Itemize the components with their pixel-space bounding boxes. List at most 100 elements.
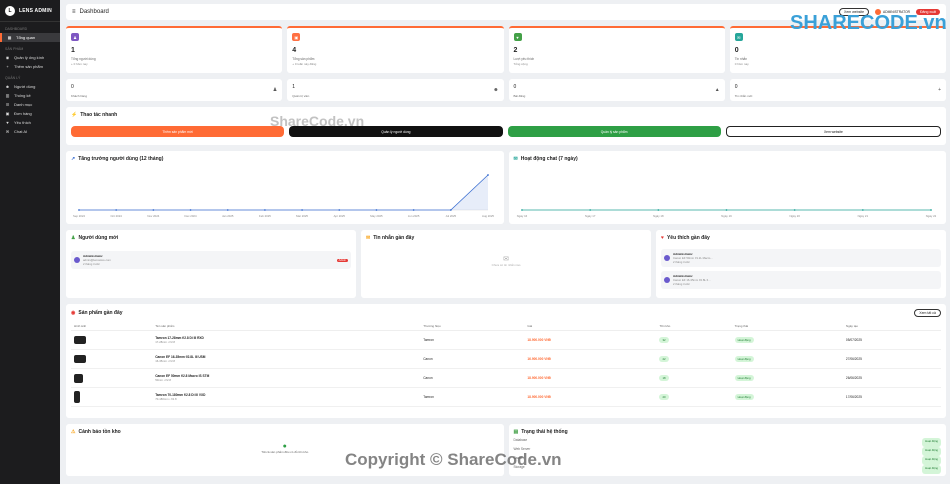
x-tick-label: Ngày 20 [789, 214, 800, 218]
products-table: Hình ảnh Tên sản phẩm Thương hiệu Giá Tồn kh… [71, 322, 941, 407]
list-item[interactable]: Administrator Canon EF 16-35mm f/2.8L II.… [661, 271, 941, 289]
stat-card-products: ▣ 4 Tổng sản phẩm + 0 tuần này đăng [287, 26, 504, 73]
sidebar-item-chat[interactable]: ✉ Chat AI [0, 127, 60, 136]
user-menu[interactable]: ADMINISTRATOR [875, 9, 910, 15]
stat-sub: + 0 hôm nay [71, 62, 88, 66]
chat-activity-chart: ✉ Hoạt động chat (7 ngày) Ngày 16 Ngày 17 N… [508, 151, 946, 224]
add-product-button[interactable]: Thêm sản phẩm mới [71, 126, 285, 137]
menu-icon[interactable]: ≡ [72, 9, 76, 15]
x-tick-label: Oct 2024 [111, 214, 123, 218]
stat-label: Tổng sản phẩm [292, 57, 315, 61]
x-tick-label: Ngày 18 [653, 214, 664, 218]
sidebar-item-orders[interactable]: ▣ Đơn hàng [0, 109, 60, 118]
camera-icon: ◉ [5, 55, 10, 60]
user-icon: ♟ [71, 33, 79, 41]
box-icon: ▣ [292, 33, 301, 41]
mini-stat-customers: 0 Khách hàng ♟ [66, 79, 283, 101]
page-title: Dashboard [79, 9, 109, 15]
data-point [189, 209, 192, 211]
sidebar-item-add-product[interactable]: + Thêm sản phẩm [0, 62, 60, 71]
grid-icon: ▦ [7, 35, 12, 40]
system-status-panel: ▤ Trạng thái hệ thống Database Hoạt động W… [508, 424, 946, 476]
brand-name: LENS ADMIN [19, 7, 52, 14]
brand[interactable]: L LENS ADMIN [0, 0, 60, 22]
data-point [588, 209, 591, 211]
avatar [74, 257, 80, 263]
avatar [664, 255, 670, 261]
x-tick-label: Nov 2024 [147, 214, 159, 218]
x-tick-label: Ngày 19 [721, 214, 732, 218]
section-title: Sản phẩm [5, 47, 24, 51]
table-row[interactable]: Tamron 70-180mm f/2.8 Di III VXD 70-180mm… [71, 387, 941, 407]
x-tick-label: Feb 2025 [259, 214, 271, 218]
mini-stat-new-messages: 0 Tin nhắn mới + [729, 79, 946, 101]
topbar: ≡ Dashboard Xem website ADMINISTRATOR Đăn… [66, 4, 946, 20]
x-tick-label: Ngày 21 [857, 214, 868, 218]
product-image [74, 336, 86, 344]
users-icon: ☻ [5, 84, 10, 89]
section-title: Quản lý [5, 76, 21, 80]
stat-card-favorites: ♥ 2 Lượt yêu thích Tổng cộng [508, 26, 725, 73]
view-site-button[interactable]: Xem website [838, 8, 870, 16]
chart-icon: ▥ [5, 93, 10, 98]
x-tick-label: Mar 2025 [296, 214, 308, 218]
server-icon: ▤ [513, 429, 519, 435]
sidebar: L LENS ADMIN Dashboard ▦ Tổng quan Sản ph… [0, 0, 60, 484]
status-row: Storage Hoạt động [514, 465, 941, 474]
sidebar-item-users[interactable]: ☻ Người dùng [0, 82, 60, 91]
users-icon: ☻ [493, 87, 499, 93]
view-website-button[interactable]: Xem website [725, 126, 941, 137]
list-item[interactable]: Administrator Canon EF 50mm f/1.2L Macro.… [661, 249, 941, 267]
table-row[interactable]: Tamron 17-28mm f/2.8 Di III RXD 17-28mm •… [71, 330, 941, 350]
sidebar-item-overview[interactable]: ▦ Tổng quan [0, 33, 60, 42]
user-plus-icon: ♟ [71, 235, 76, 241]
list-item[interactable]: Administrator admin@lensstore.com 2 tháng … [71, 251, 351, 269]
table-row[interactable]: Canon EF 16-35mm f/2.8L III USM 16-35mm •… [71, 349, 941, 369]
stat-label: Lượt yêu thích [513, 57, 535, 61]
data-point [520, 209, 523, 211]
data-point [78, 209, 80, 211]
logout-button[interactable]: Đăng xuất [916, 9, 940, 15]
stat-value: 4 [292, 47, 297, 54]
status-row: Database Hoạt động [514, 438, 941, 447]
heart-icon: ♥ [513, 33, 522, 41]
avatar [664, 277, 670, 283]
stat-label: Tổng người dùng [71, 57, 96, 61]
data-point [487, 174, 489, 176]
sidebar-item-categories[interactable]: ☰ Danh mục [0, 100, 60, 109]
stock-alert-panel: ⚠ Cảnh báo tồn kho ● Tất cả sản phẩm đều c… [66, 424, 504, 476]
recent-products-panel: ◉ Sản phẩm gần đây Xem tất cả Hình ảnh Tên… [66, 304, 946, 418]
user-growth-chart: ↗ Tăng trưởng người dùng (12 tháng) Sep 2… [66, 151, 504, 224]
sidebar-item-favorites[interactable]: ♥ Yêu thích [0, 118, 60, 127]
product-image [74, 391, 80, 403]
chat-activity-svg: Ngày 16 Ngày 17 Ngày 18 Ngày 19 Ngày 20 Ngày … [516, 209, 936, 218]
manage-users-button[interactable]: Quản lý người dùng [289, 126, 503, 137]
new-users-panel: ♟ Người dùng mới Administrator admin@lenss… [66, 230, 356, 298]
sidebar-item-stats[interactable]: ▥ Thống kê [0, 91, 60, 100]
quick-actions: ⚡ Thao tác nhanh Thêm sản phẩm mới Quản l… [66, 107, 946, 145]
series-line [79, 174, 489, 211]
x-tick-label: Ngày 16 [516, 214, 527, 218]
role-badge: Admin [336, 258, 348, 262]
heart-icon: ♥ [6, 120, 9, 125]
bolt-icon: ⚡ [71, 112, 78, 118]
product-image [74, 355, 86, 363]
user-growth-svg: Sep 2024 Oct 2024 Nov 2024 Dec 2024 Jan 2025… [73, 174, 494, 218]
stat-value: 1 [71, 47, 75, 54]
data-point [115, 209, 118, 211]
x-tick-label: Ngày 22 [925, 214, 936, 218]
sidebar-item-lenses[interactable]: ◉ Quản lý ống kính [0, 53, 60, 62]
data-point [929, 209, 932, 211]
view-all-button[interactable]: Xem tất cả [914, 309, 941, 317]
stat-card-messages: ✉ 0 Tin nhắn 0 hôm nay [729, 26, 946, 73]
stat-card-users: ♟ 1 Tổng người dùng + 0 hôm nay [66, 26, 283, 73]
manage-products-button[interactable]: Quản lý sản phẩm [507, 126, 721, 137]
stat-label: Tin nhắn [734, 57, 748, 61]
data-point [226, 209, 229, 211]
x-tick-label: Ngày 17 [584, 214, 595, 218]
product-image [74, 373, 83, 383]
user-icon: ♟ [272, 87, 278, 93]
data-point [656, 209, 659, 211]
data-point [152, 209, 155, 211]
table-row[interactable]: Canon EF 50mm f/2.8 Macro IS STM 50mm • f… [71, 368, 941, 388]
